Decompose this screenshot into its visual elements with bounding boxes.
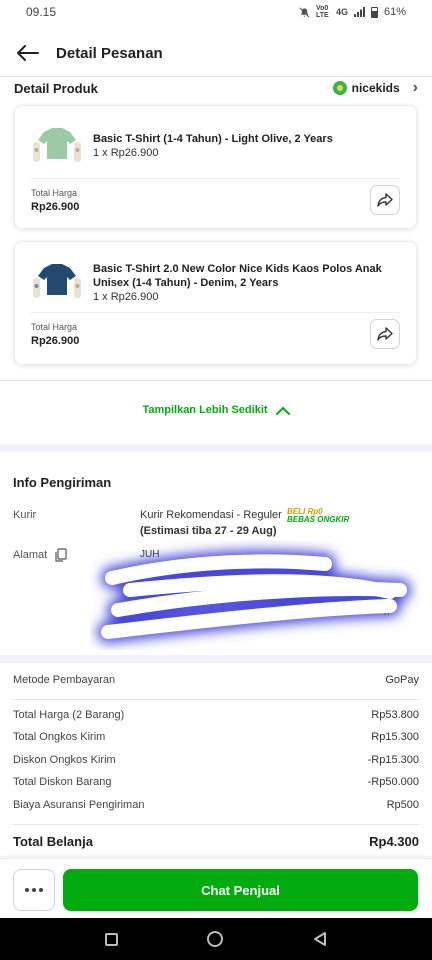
- status-time: 09.15: [26, 5, 57, 19]
- grand-total-row: Total Belanja Rp4.300: [13, 834, 419, 849]
- address-label: Alamat: [13, 549, 48, 561]
- total-price-label: Total Harga: [31, 187, 78, 198]
- divider: [13, 824, 419, 825]
- divider: [13, 699, 419, 700]
- courier-value: Kurir Rekomendasi - Reguler: [140, 509, 282, 521]
- product-name: Basic T-Shirt (1-4 Tahun) - Light Olive,…: [93, 133, 333, 145]
- share-arrow-icon: [377, 193, 393, 207]
- battery-icon: [370, 6, 378, 18]
- home-icon[interactable]: [207, 931, 224, 947]
- product-section-header: Detail Produk nicekids ›: [0, 76, 432, 100]
- denim-tshirt-icon: [31, 256, 83, 308]
- share-button[interactable]: [370, 185, 400, 215]
- chevron-up-icon: [275, 406, 290, 415]
- seller-name: nicekids: [351, 81, 400, 95]
- product-qty-price: 1 x Rp26.900: [93, 147, 159, 159]
- product-card[interactable]: Basic T-Shirt (1-4 Tahun) - Light Olive,…: [14, 105, 417, 229]
- more-options-button[interactable]: [13, 869, 55, 911]
- battery-level: 61%: [383, 6, 406, 18]
- redaction-scribble: [97, 550, 411, 643]
- product-name: Basic T-Shirt 2.0 New Color Nice Kids Ka…: [93, 263, 382, 289]
- payment-row: Total Diskon Barang -Rp50.000: [13, 776, 419, 788]
- chat-seller-button[interactable]: Chat Penjual: [63, 869, 418, 911]
- show-less-label: Tampilkan Lebih Sedikit: [142, 404, 268, 416]
- status-bar: 09.15 Vo0 LTE 4G 61%: [0, 0, 432, 24]
- back-arrow-icon: [17, 45, 39, 61]
- recents-icon[interactable]: [104, 932, 118, 946]
- product-card[interactable]: Basic T-Shirt 2.0 New Color Nice Kids Ka…: [14, 241, 417, 365]
- courier-eta: (Estimasi tiba 27 - 29 Aug): [140, 525, 277, 537]
- copy-icon: [55, 548, 67, 562]
- network-type: 4G: [335, 7, 348, 17]
- share-arrow-icon: [377, 327, 393, 341]
- total-price-value: Rp26.900: [31, 200, 80, 213]
- payment-method-value: GoPay: [385, 674, 419, 686]
- chevron-right-icon: ›: [412, 79, 418, 96]
- volte-icon: Vo0 LTE: [315, 5, 329, 19]
- payment-row: Total Ongkos Kirim Rp15.300: [13, 731, 419, 743]
- app-header: Detail Pesanan: [0, 28, 432, 78]
- show-less-button[interactable]: Tampilkan Lebih Sedikit: [0, 396, 432, 424]
- mute-icon: [299, 7, 310, 17]
- grand-total-value: Rp4.300: [369, 834, 419, 849]
- more-dots-icon: [25, 888, 29, 892]
- system-nav-bar: [0, 918, 432, 960]
- payment-row: Total Harga (2 Barang) Rp53.800: [13, 709, 419, 721]
- seller-logo-icon: [332, 81, 347, 95]
- product-section-title: Detail Produk: [14, 80, 98, 96]
- share-button[interactable]: [370, 319, 400, 349]
- shipping-section-title: Info Pengiriman: [13, 475, 112, 490]
- page-title: Detail Pesanan: [56, 44, 163, 62]
- payment-method-label: Metode Pembayaran: [13, 674, 116, 686]
- status-icons: Vo0 LTE 4G 61%: [299, 5, 406, 19]
- back-triangle-icon[interactable]: [313, 932, 327, 946]
- bottom-action-bar: Chat Penjual: [0, 858, 432, 918]
- total-price-value: Rp26.900: [31, 334, 80, 347]
- signal-icon: [353, 7, 365, 17]
- courier-label: Kurir: [13, 509, 37, 521]
- product-qty-price: 1 x Rp26.900: [93, 291, 159, 303]
- section-divider: [0, 444, 432, 452]
- section-divider: [0, 655, 432, 663]
- divider: [0, 380, 432, 381]
- payment-method-row: Metode Pembayaran GoPay: [13, 674, 419, 686]
- back-button[interactable]: [0, 28, 56, 78]
- grand-total-label: Total Belanja: [13, 834, 93, 849]
- olive-tshirt-icon: [31, 120, 83, 172]
- total-price-label: Total Harga: [31, 321, 78, 332]
- copy-address-button[interactable]: [55, 548, 67, 567]
- seller-link[interactable]: nicekids ›: [332, 79, 418, 97]
- payment-row: Diskon Ongkos Kirim -Rp15.300: [13, 754, 419, 766]
- payment-row: Biaya Asuransi Pengiriman Rp500: [13, 799, 419, 811]
- free-shipping-badge: BELI Rp0 BEBAS ONGKIR: [287, 507, 350, 524]
